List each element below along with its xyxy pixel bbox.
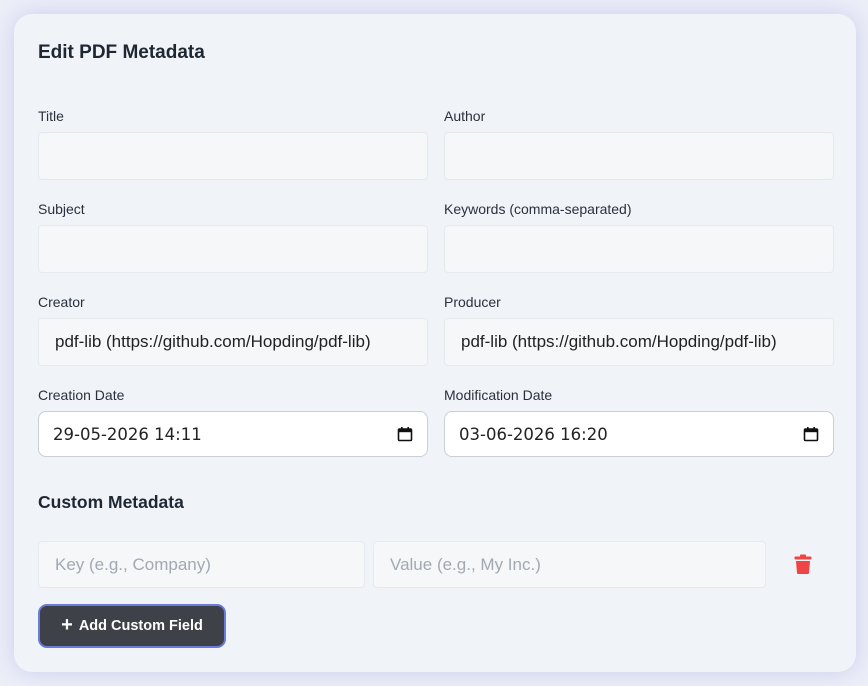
title-label: Title [38, 108, 64, 124]
custom-key-input[interactable]: Key (e.g., Company) [38, 541, 365, 588]
page-title: Edit PDF Metadata [38, 42, 205, 63]
add-custom-field-label: Add Custom Field [78, 618, 203, 634]
subject-label: Subject [38, 201, 85, 217]
custom-value-input[interactable]: Value (e.g., My Inc.) [373, 541, 766, 588]
trash-icon[interactable] [794, 554, 812, 574]
calendar-icon[interactable] [397, 426, 413, 442]
creation-date-value: 29-05-2026 14:11 [53, 424, 202, 444]
modification-date-label: Modification Date [444, 387, 553, 403]
custom-key-placeholder: Key (e.g., Company) [55, 554, 211, 574]
custom-metadata-heading: Custom Metadata [38, 492, 184, 512]
keywords-label: Keywords (comma-separated) [444, 201, 632, 217]
plus-icon: + [61, 614, 73, 636]
add-custom-field-button[interactable]: + Add Custom Field [38, 604, 226, 648]
custom-value-placeholder: Value (e.g., My Inc.) [390, 554, 541, 574]
creation-date-input[interactable]: 29-05-2026 14:11 [38, 411, 428, 457]
producer-label: Producer [444, 294, 501, 310]
author-label: Author [444, 108, 486, 124]
creator-label: Creator [38, 294, 85, 310]
modification-date-input[interactable]: 03-06-2026 16:20 [444, 411, 834, 457]
author-input[interactable] [444, 132, 834, 180]
calendar-icon[interactable] [803, 426, 819, 442]
creator-input[interactable]: pdf-lib (https://github.com/Hopding/pdf-… [38, 318, 428, 366]
title-input[interactable] [38, 132, 428, 180]
producer-input[interactable]: pdf-lib (https://github.com/Hopding/pdf-… [444, 318, 834, 366]
creation-date-label: Creation Date [38, 387, 125, 403]
modification-date-value: 03-06-2026 16:20 [459, 424, 608, 444]
subject-input[interactable] [38, 225, 428, 273]
metadata-card: Edit PDF Metadata Title Author Subject K… [14, 14, 856, 672]
keywords-input[interactable] [444, 225, 834, 273]
